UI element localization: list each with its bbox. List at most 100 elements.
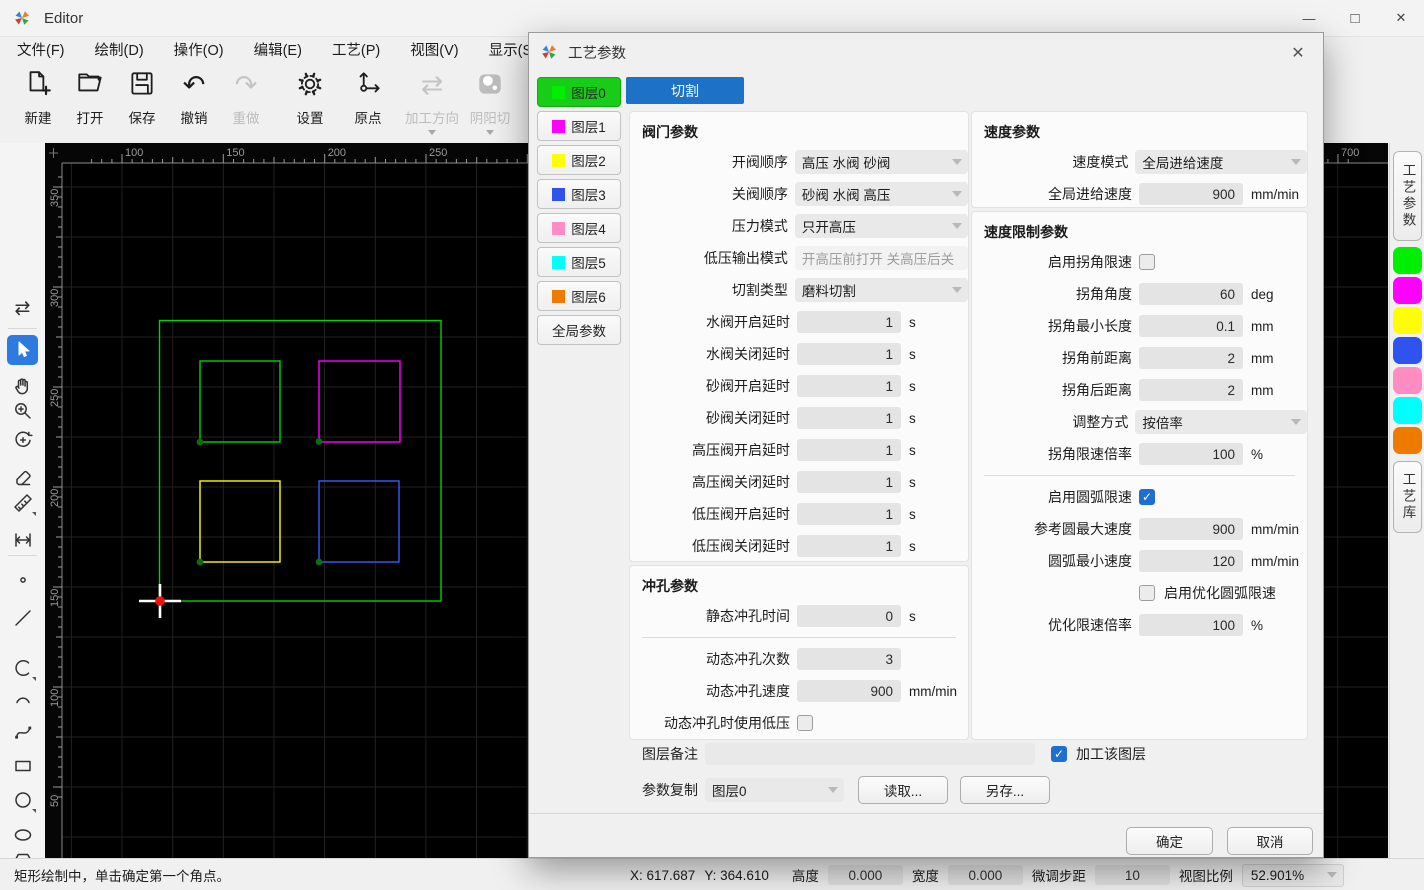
toolbar-save-button[interactable]: 保存 <box>116 63 168 127</box>
dialog-close-icon[interactable]: ✕ <box>1287 42 1309 64</box>
spline-tool[interactable] <box>7 717 38 747</box>
dialog-title: 工艺参数 <box>568 42 626 63</box>
layer-color-swatch-5[interactable] <box>1393 397 1422 424</box>
param-input[interactable]: 1 <box>797 375 901 397</box>
toolbar-undo-button[interactable]: ↶撤销 <box>168 63 220 127</box>
param-input[interactable]: 1 <box>797 407 901 429</box>
eraser-tool[interactable] <box>7 461 38 491</box>
layer-note-input[interactable] <box>705 743 1035 765</box>
layer-button-7[interactable]: 全局参数 <box>537 315 621 345</box>
param-checkbox[interactable] <box>797 715 813 731</box>
swap-tool[interactable]: ⇄ <box>7 293 38 323</box>
menu-item-0[interactable]: 文件(F) <box>2 36 80 63</box>
status-field-value-0[interactable]: 0.000 <box>828 865 903 885</box>
param-input[interactable]: 3 <box>797 648 901 670</box>
valve-row-7: 砂阀开启延时1s <box>630 370 968 402</box>
line-tool[interactable] <box>7 603 38 633</box>
layer-button-6[interactable]: 图层6 <box>537 281 621 311</box>
select-tool[interactable] <box>7 335 38 365</box>
layer-button-4[interactable]: 图层4 <box>537 213 621 243</box>
param-input[interactable]: 1 <box>797 535 901 557</box>
process-library-panel-button[interactable]: 工艺库 <box>1393 461 1422 533</box>
param-select[interactable]: 高压 水阀 砂阀 <box>795 150 968 174</box>
read-button[interactable]: 读取... <box>858 776 948 804</box>
arc-tool[interactable] <box>7 653 38 683</box>
toolbar-settings-gear-button[interactable]: 设置 <box>284 63 336 127</box>
select-value: 砂阀 水阀 高压 <box>802 184 891 204</box>
redo-icon: ↷ <box>235 72 258 99</box>
rectangle-tool[interactable] <box>7 751 38 781</box>
param-input[interactable]: 0 <box>797 605 901 627</box>
distance-tool[interactable] <box>7 525 38 555</box>
layer-color-swatch-0[interactable] <box>1393 247 1422 274</box>
ok-button[interactable]: 确定 <box>1126 827 1213 855</box>
maximize-button[interactable]: □ <box>1332 0 1378 36</box>
status-field-value-1[interactable]: 0.000 <box>948 865 1023 885</box>
process-layer-label: 加工该图层 <box>1076 744 1146 764</box>
zoom-tool[interactable] <box>7 396 38 426</box>
save-as-button[interactable]: 另存... <box>960 776 1050 804</box>
point-tool[interactable] <box>7 565 38 595</box>
param-input[interactable]: 1 <box>797 503 901 525</box>
view-scale-select[interactable]: 52.901% <box>1242 864 1344 887</box>
process-params-panel-button[interactable]: 工艺参数 <box>1393 151 1422 241</box>
param-input[interactable]: 900 <box>1139 518 1243 540</box>
param-select[interactable]: 磨料切割 <box>795 278 968 302</box>
param-select[interactable]: 按倍率 <box>1135 410 1307 434</box>
measure-tool[interactable] <box>7 488 38 518</box>
param-input[interactable]: 1 <box>797 439 901 461</box>
menu-item-3[interactable]: 编辑(E) <box>239 36 317 63</box>
valve-panel-title: 阀门参数 <box>630 112 968 146</box>
param-input[interactable]: 0.1 <box>1139 315 1243 337</box>
process-layer-checkbox[interactable]: ✓ <box>1051 746 1067 762</box>
param-input[interactable]: 1 <box>797 343 901 365</box>
arc2-tool[interactable] <box>7 685 38 715</box>
status-field-value-2[interactable]: 10 <box>1095 865 1170 885</box>
circle-tool[interactable] <box>7 785 38 815</box>
toolbar-new-file-button[interactable]: 新建 <box>12 63 64 127</box>
minimize-button[interactable]: — <box>1286 0 1332 36</box>
param-copy-select[interactable]: 图层0 <box>705 778 844 802</box>
param-input[interactable]: 1 <box>797 311 901 333</box>
param-input[interactable]: 60 <box>1139 283 1243 305</box>
menu-item-2[interactable]: 操作(O) <box>159 36 239 63</box>
menu-item-5[interactable]: 视图(V) <box>395 36 473 63</box>
param-input[interactable]: 100 <box>1139 614 1243 636</box>
layer-color-swatch-3[interactable] <box>1393 337 1422 364</box>
cancel-button[interactable]: 取消 <box>1227 827 1313 855</box>
tab-cut[interactable]: 切割 <box>626 77 744 104</box>
param-input[interactable]: 2 <box>1139 379 1243 401</box>
param-input[interactable]: 120 <box>1139 550 1243 572</box>
layer-button-0[interactable]: 图层0 <box>537 77 621 107</box>
layer-label: 图层6 <box>571 286 606 306</box>
dialog-title-bar[interactable]: 工艺参数 ✕ <box>529 33 1323 71</box>
param-checkbox[interactable] <box>1139 254 1155 270</box>
toolbar-origin-button[interactable]: 原点 <box>342 63 394 127</box>
layer-button-3[interactable]: 图层3 <box>537 179 621 209</box>
layer-color-swatch-1[interactable] <box>1393 277 1422 304</box>
menu-item-1[interactable]: 绘制(D) <box>80 36 159 63</box>
layer-color-swatch-6[interactable] <box>1393 427 1422 454</box>
param-label: 拐角角度 <box>972 284 1132 304</box>
param-input[interactable]: 100 <box>1139 443 1243 465</box>
param-input[interactable]: 900 <box>1139 183 1243 205</box>
param-input[interactable]: 900 <box>797 680 901 702</box>
layer-button-2[interactable]: 图层2 <box>537 145 621 175</box>
status-fields: X: 617.687Y: 364.610高度0.000宽度0.000微调步距10… <box>630 864 1344 887</box>
layer-color-swatch-2[interactable] <box>1393 307 1422 334</box>
layer-color-swatch-4[interactable] <box>1393 367 1422 394</box>
layer-button-1[interactable]: 图层1 <box>537 111 621 141</box>
param-select[interactable]: 砂阀 水阀 高压 <box>795 182 968 206</box>
menu-item-4[interactable]: 工艺(P) <box>317 36 395 63</box>
param-checkbox[interactable]: ✓ <box>1139 489 1155 505</box>
param-input[interactable]: 1 <box>797 471 901 493</box>
param-checkbox[interactable] <box>1139 585 1155 601</box>
fit-view-tool[interactable] <box>7 425 38 455</box>
toolbar-open-folder-button[interactable]: 打开 <box>64 63 116 127</box>
param-select[interactable]: 全局进给速度 <box>1135 150 1307 174</box>
layer-button-5[interactable]: 图层5 <box>537 247 621 277</box>
param-input[interactable]: 2 <box>1139 347 1243 369</box>
close-button[interactable]: ✕ <box>1378 0 1424 36</box>
param-select[interactable]: 只开高压 <box>795 214 968 238</box>
valve-row-12: 低压阀关闭延时1s <box>630 530 968 562</box>
